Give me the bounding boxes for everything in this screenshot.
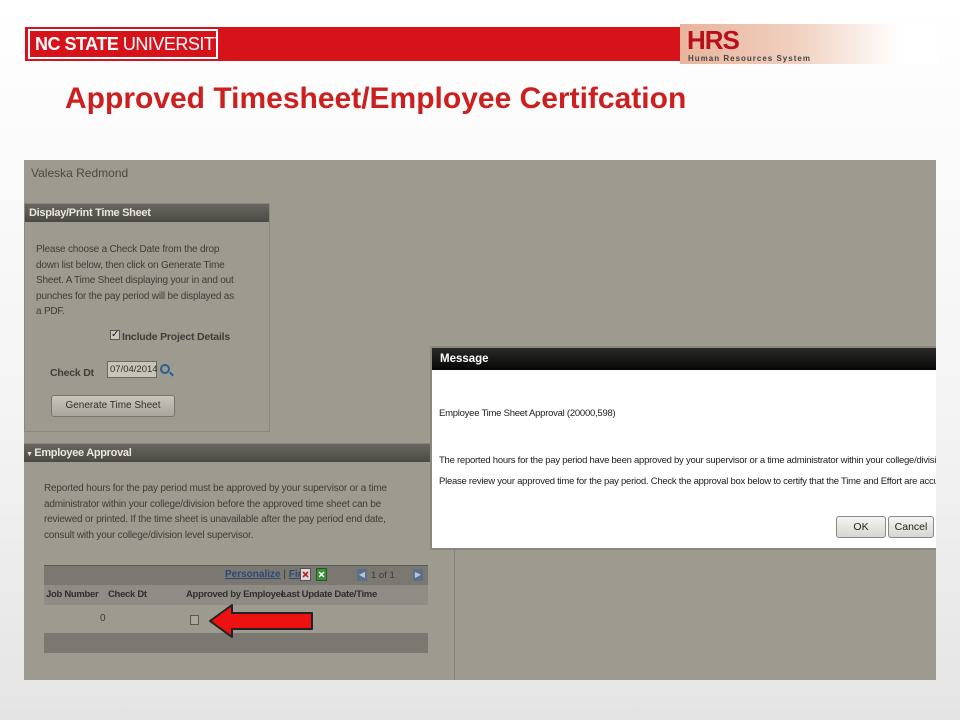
grid-pager: 1 of 1 xyxy=(371,570,395,581)
generate-time-sheet-button[interactable]: Generate Time Sheet xyxy=(51,395,175,417)
search-icon[interactable] xyxy=(160,364,170,374)
personalize-link[interactable]: Personalize xyxy=(225,569,281,580)
include-project-details-label: Include Project Details xyxy=(122,331,231,343)
display-print-panel: Display/Print Time Sheet Please choose a… xyxy=(24,203,270,432)
job-number-cell: 0 xyxy=(100,613,106,624)
approved-by-employee-checkbox[interactable] xyxy=(190,615,199,625)
include-project-details-checkbox[interactable]: ✓ xyxy=(110,330,120,340)
ncsu-logo-bold: NC STATE xyxy=(35,34,119,54)
view-all-icon[interactable] xyxy=(300,568,311,581)
download-excel-icon[interactable] xyxy=(316,568,327,581)
message-dialog: Message Employee Time Sheet Approval (20… xyxy=(432,348,936,548)
check-dt-input[interactable]: 07/04/2014 xyxy=(107,361,158,378)
display-print-instructions: Please choose a Check Date from the drop… xyxy=(36,244,234,317)
col-last-update: Last Update Date/Time xyxy=(281,589,377,600)
ncsu-logo: NC STATE UNIVERSITY xyxy=(28,29,218,59)
red-arrow-annotation xyxy=(209,604,313,638)
display-print-panel-title: Display/Print Time Sheet xyxy=(25,204,269,222)
app-screenshot: Valeska Redmond Display/Print Time Sheet… xyxy=(24,160,936,680)
user-name: Valeska Redmond xyxy=(31,166,129,180)
dialog-line-2: The reported hours for the pay period ha… xyxy=(439,455,936,466)
dialog-line-3: Please review your approved time for the… xyxy=(439,476,936,487)
grid-toolbar: Personalize | Find ◀ 1 of 1 ▶ xyxy=(44,565,428,585)
grid-separator: | xyxy=(283,569,286,580)
grid-header-row: Job Number Check Dt Approved by Employee… xyxy=(44,585,428,605)
col-check-dt: Check Dt xyxy=(108,589,147,600)
cancel-button[interactable]: Cancel xyxy=(888,516,934,538)
employee-approval-title: Employee Approval xyxy=(34,447,132,459)
ok-button[interactable]: OK xyxy=(836,516,886,538)
dialog-title: Message xyxy=(432,348,936,370)
ncsu-logo-light: UNIVERSITY xyxy=(122,34,218,54)
employee-approval-instructions: Reported hours for the pay period must b… xyxy=(44,483,387,541)
next-page-icon[interactable]: ▶ xyxy=(413,569,423,581)
hrs-logo-subtitle: Human Resources System xyxy=(688,54,811,63)
grid-links: Personalize | Find xyxy=(225,569,310,580)
check-dt-label: Check Dt xyxy=(50,367,94,379)
hrs-logo: HRS Human Resources System xyxy=(680,24,938,64)
hrs-logo-letters: HRS xyxy=(687,25,740,55)
col-job-number: Job Number xyxy=(46,589,99,600)
slide-title: Approved Timesheet/Employee Certifcation xyxy=(65,82,687,115)
employee-approval-header[interactable]: ▼ Employee Approval xyxy=(24,444,454,462)
dialog-line-1: Employee Time Sheet Approval (20000,598) xyxy=(439,408,616,419)
col-approved-by-employee: Approved by Employee xyxy=(186,589,286,600)
previous-page-icon[interactable]: ◀ xyxy=(357,569,367,581)
